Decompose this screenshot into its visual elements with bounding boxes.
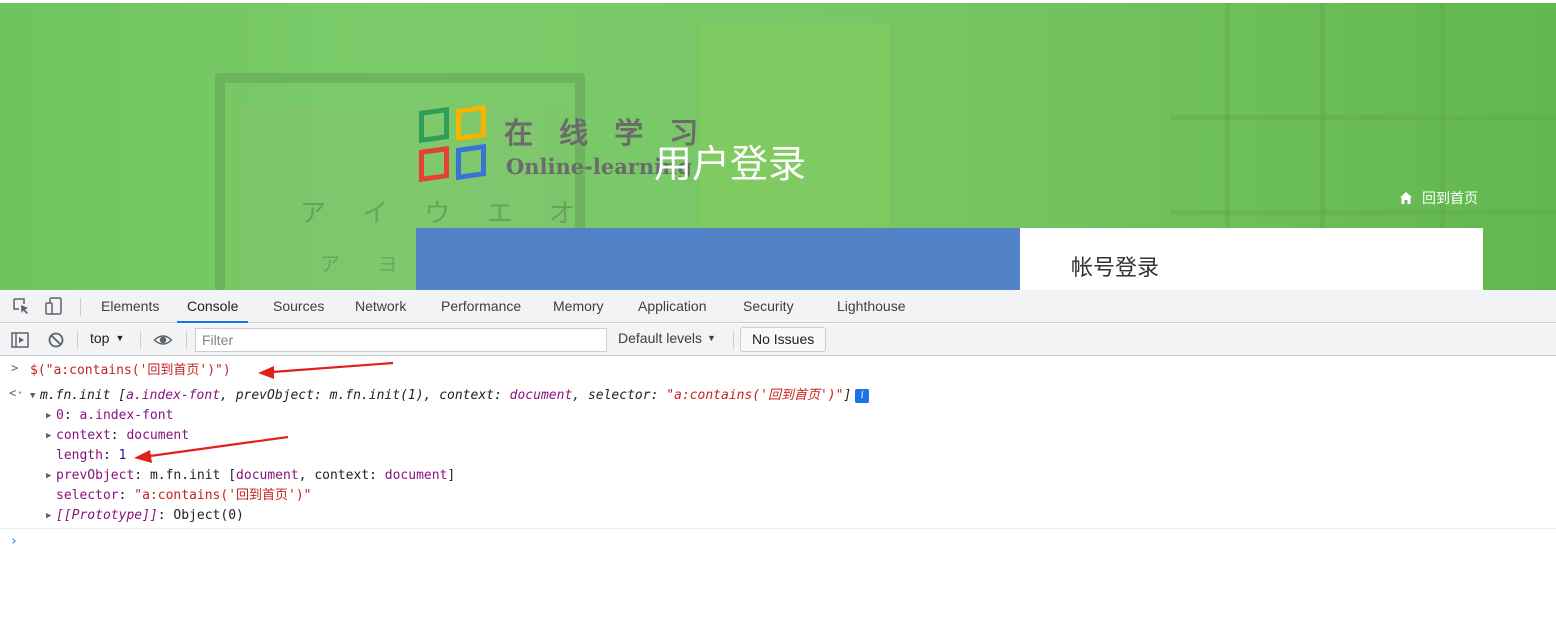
logo-square-green bbox=[419, 106, 449, 144]
tab-network[interactable]: Network bbox=[345, 290, 416, 323]
toolbar-separator bbox=[733, 331, 734, 349]
logo-square-blue bbox=[456, 143, 486, 181]
console-prompt-icon[interactable]: › bbox=[10, 534, 18, 549]
show-sidebar-icon[interactable] bbox=[10, 330, 30, 350]
tabbar-separator bbox=[80, 298, 81, 316]
chevron-down-icon: ▼ bbox=[115, 333, 125, 343]
issues-button[interactable]: No Issues bbox=[740, 327, 827, 352]
log-levels-dropdown[interactable]: Default levels ▼ bbox=[618, 330, 716, 346]
expand-triangle-icon[interactable]: ▶ bbox=[46, 406, 56, 426]
prop-row-prevobject[interactable]: ▶ prevObject: m.fn.init [document, contex… bbox=[46, 466, 455, 486]
prop-row-length: length: 1 bbox=[56, 448, 127, 463]
tab-console[interactable]: Console bbox=[177, 290, 249, 323]
prop-row-selector: selector: "a:contains('回到首页')" bbox=[56, 488, 312, 503]
chevron-down-icon: ▼ bbox=[707, 333, 716, 343]
console-input-line: $("a:contains('回到首页')") bbox=[30, 363, 231, 378]
context-selector[interactable]: top ▼ bbox=[90, 330, 124, 346]
toolbar-separator bbox=[186, 331, 187, 349]
inspect-element-icon[interactable] bbox=[11, 296, 31, 316]
expand-triangle-icon[interactable]: ▶ bbox=[46, 466, 56, 486]
login-banner-panel bbox=[416, 228, 1020, 290]
home-link[interactable]: 回到首页 bbox=[1399, 188, 1478, 208]
background-pillar bbox=[700, 23, 890, 253]
console-output[interactable]: > $("a:contains('回到首页')") <· ▼ m.fn.init … bbox=[0, 357, 1556, 633]
context-selector-value: top bbox=[90, 330, 110, 346]
console-filter-input[interactable] bbox=[195, 328, 607, 352]
result-arrow-icon: <· bbox=[9, 386, 24, 400]
account-login-tab[interactable]: 帐号登录 bbox=[1071, 250, 1159, 282]
background-katakana-2: ア ヨ bbox=[320, 254, 414, 276]
prop-row-context[interactable]: ▶ context: document bbox=[46, 426, 189, 446]
collapse-triangle-icon[interactable]: ▼ bbox=[30, 386, 40, 406]
console-toolbar: top ▼ Default levels ▼ No Issues bbox=[0, 324, 1556, 356]
log-levels-label: Default levels bbox=[618, 330, 703, 346]
home-link-label: 回到首页 bbox=[1422, 190, 1478, 206]
console-divider bbox=[0, 528, 1556, 529]
webpage-viewport: ア イ ウ エ オ ア ヨ 在 线 学 习 Online-learning 用户… bbox=[0, 3, 1556, 290]
toolbar-separator bbox=[140, 331, 141, 349]
tab-elements[interactable]: Elements bbox=[91, 290, 169, 323]
devtools-tabbar: Elements Console Sources Network Perform… bbox=[0, 290, 1556, 323]
toolbar-separator bbox=[77, 331, 78, 349]
device-toolbar-icon[interactable] bbox=[44, 296, 64, 316]
result-summary-line[interactable]: ▼ m.fn.init [a.index-font, prevObject: m.… bbox=[30, 386, 870, 406]
prop-row-0[interactable]: ▶ 0: a.index-font bbox=[46, 406, 173, 426]
logo-square-yellow bbox=[456, 104, 486, 142]
login-form-panel: 帐号登录 bbox=[1020, 228, 1483, 290]
devtools-panel: Elements Console Sources Network Perform… bbox=[0, 290, 1556, 633]
tab-lighthouse[interactable]: Lighthouse bbox=[827, 290, 916, 323]
clear-console-icon[interactable] bbox=[46, 330, 66, 350]
tab-security[interactable]: Security bbox=[733, 290, 804, 323]
prop-row-prototype[interactable]: ▶ [[Prototype]]: Object(0) bbox=[46, 506, 244, 526]
logo-square-red bbox=[419, 145, 449, 183]
info-icon[interactable]: i bbox=[855, 389, 870, 403]
tab-performance[interactable]: Performance bbox=[431, 290, 531, 323]
live-expression-eye-icon[interactable] bbox=[153, 330, 173, 350]
site-logo[interactable]: 在 线 学 习 Online-learning bbox=[416, 104, 698, 186]
expand-triangle-icon[interactable]: ▶ bbox=[46, 426, 56, 446]
tab-application[interactable]: Application bbox=[628, 290, 717, 323]
tab-sources[interactable]: Sources bbox=[263, 290, 334, 323]
home-icon bbox=[1400, 192, 1412, 204]
tab-memory[interactable]: Memory bbox=[543, 290, 614, 323]
input-chevron-icon: > bbox=[11, 361, 19, 375]
background-katakana: ア イ ウ エ オ bbox=[300, 199, 590, 229]
expand-triangle-icon[interactable]: ▶ bbox=[46, 506, 56, 526]
page-title: 用户登录 bbox=[654, 144, 807, 186]
